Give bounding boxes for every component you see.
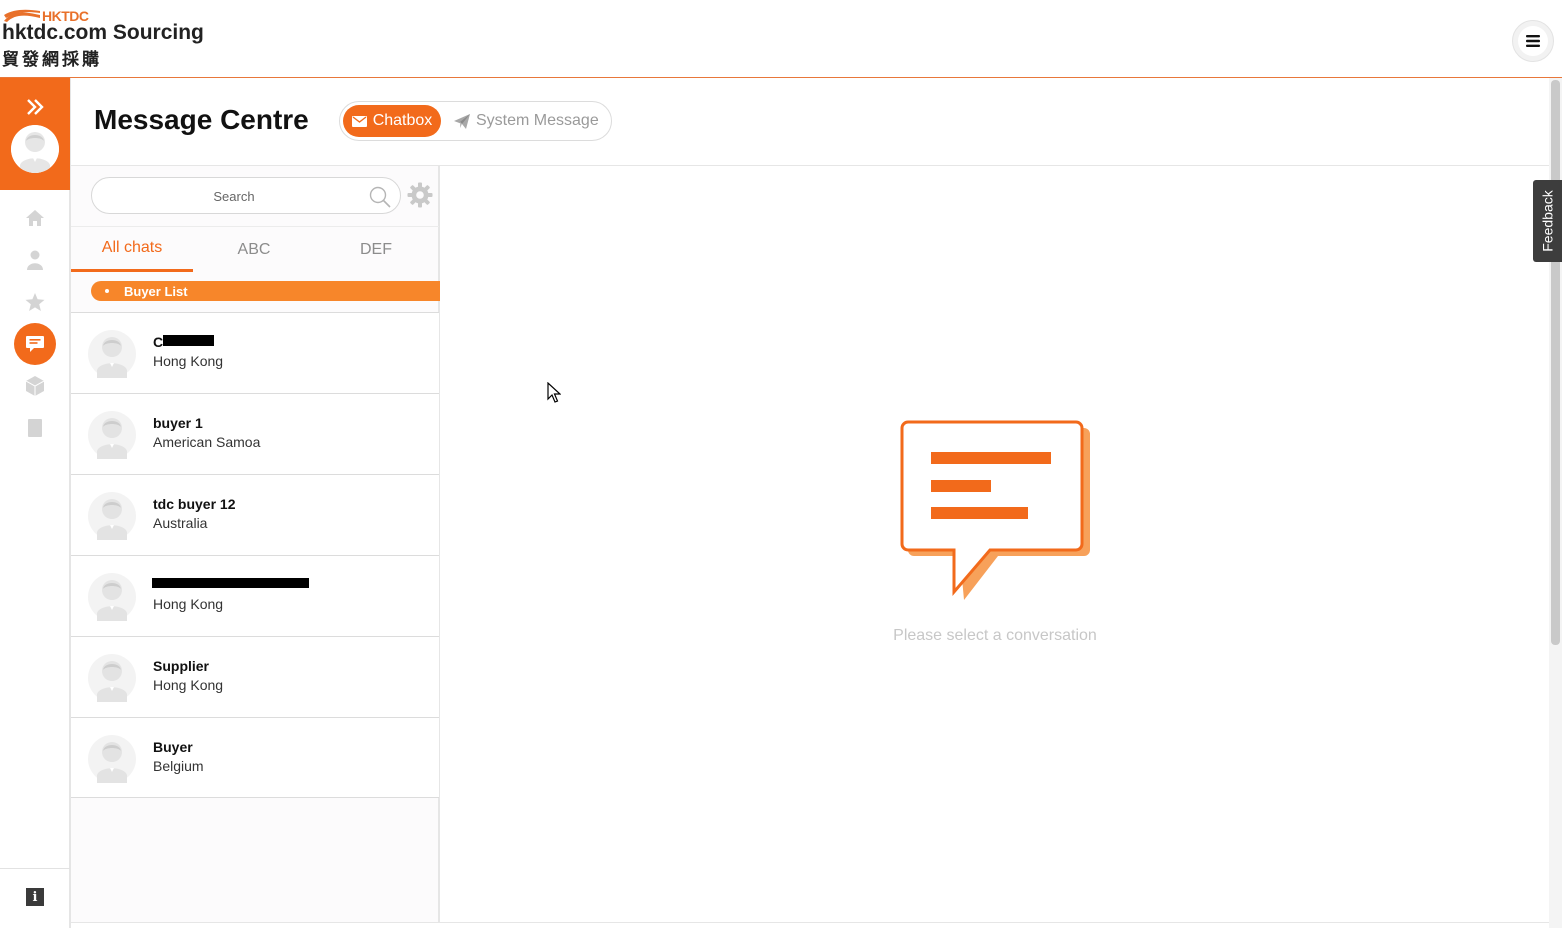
- avatar-icon: [11, 125, 59, 173]
- chat-icon: [26, 335, 44, 352]
- document-icon: [28, 419, 42, 437]
- group-label: Buyer List: [124, 283, 188, 299]
- list-item[interactable]: Supplier Hong Kong: [71, 636, 439, 717]
- brand-name-en: hktdc.com Sourcing: [2, 21, 204, 44]
- rail-home[interactable]: [23, 206, 47, 230]
- contact-country: Hong Kong: [153, 677, 224, 693]
- box-icon: [26, 376, 44, 396]
- system-message-tab-label: System Message: [476, 112, 599, 129]
- contact-country: Hong Kong: [153, 353, 224, 369]
- top-header: HKTDC hktdc.com Sourcing 貿發網採購: [0, 0, 1562, 78]
- rail-profile-area: [0, 78, 70, 190]
- avatar-icon: [88, 330, 136, 378]
- empty-chat-illustration-icon: [900, 420, 1090, 600]
- contact-country: Australia: [153, 515, 208, 531]
- gear-icon[interactable]: [407, 182, 433, 208]
- home-icon: [26, 210, 44, 226]
- bullet-icon: [105, 289, 109, 293]
- list-item[interactable]: buyer 1 American Samoa: [71, 393, 439, 474]
- contact-name: Buyer: [153, 739, 193, 755]
- list-item[interactable]: C Hong Kong: [71, 312, 439, 393]
- bottom-border: [71, 922, 1549, 923]
- rail-profile[interactable]: [23, 248, 47, 272]
- expand-sidebar-icon[interactable]: [24, 96, 46, 118]
- page-scrollbar-thumb[interactable]: [1551, 80, 1560, 645]
- redaction-mark: [163, 335, 214, 346]
- message-mode-toggle: Chatbox System Message: [339, 101, 612, 141]
- rail-messages[interactable]: [14, 323, 56, 365]
- user-avatar[interactable]: [11, 125, 59, 173]
- contact-country: Hong Kong: [153, 596, 224, 612]
- feedback-label: Feedback: [1539, 190, 1556, 252]
- avatar-icon: [88, 735, 136, 783]
- buyer-list-group-header[interactable]: Buyer List: [91, 281, 440, 301]
- mouse-cursor-icon: [547, 382, 561, 403]
- list-item[interactable]: Hong Kong: [71, 555, 439, 636]
- page-title: Message Centre: [94, 104, 309, 135]
- brand-name-zh: 貿發網採購: [2, 50, 102, 70]
- rail-documents[interactable]: [23, 416, 47, 440]
- search-icon[interactable]: [369, 186, 391, 208]
- info-icon[interactable]: i: [26, 888, 44, 906]
- contact-name: buyer 1: [153, 415, 203, 431]
- rail-favourites[interactable]: [23, 290, 47, 314]
- redaction-mark: [152, 578, 309, 588]
- tab-abc[interactable]: ABC: [193, 227, 315, 272]
- avatar-icon: [88, 492, 136, 540]
- hamburger-icon: [1526, 35, 1540, 47]
- feedback-button[interactable]: Feedback: [1533, 180, 1562, 262]
- star-icon: [25, 292, 45, 311]
- hktdc-logo[interactable]: HKTDC hktdc.com Sourcing 貿發網採購: [2, 6, 232, 70]
- search-input[interactable]: [104, 186, 364, 206]
- system-message-tab[interactable]: System Message: [454, 105, 599, 137]
- chatbox-tab-label: Chatbox: [372, 112, 433, 129]
- search-box: [91, 177, 401, 214]
- envelope-icon: [351, 115, 367, 127]
- list-item[interactable]: Buyer Belgium: [71, 717, 439, 798]
- chatbox-tab[interactable]: Chatbox: [343, 105, 441, 137]
- contact-country: Belgium: [153, 758, 204, 774]
- avatar-icon: [88, 573, 136, 621]
- empty-state-message: Please select a conversation: [893, 627, 1097, 644]
- conversation-list: C Hong Kong buyer 1 American Samoa tdc b…: [71, 312, 439, 798]
- avatar-icon: [88, 411, 136, 459]
- contact-name: Supplier: [153, 658, 210, 674]
- side-nav-rail: i: [0, 78, 71, 928]
- tab-all-chats[interactable]: All chats: [71, 227, 193, 272]
- avatar-icon: [88, 654, 136, 702]
- list-item[interactable]: tdc buyer 12 Australia: [71, 474, 439, 555]
- user-icon: [27, 250, 43, 270]
- contact-country: American Samoa: [153, 434, 261, 450]
- main-menu-button[interactable]: [1512, 20, 1554, 62]
- contact-name: C: [153, 334, 164, 350]
- rail-products[interactable]: [23, 374, 47, 398]
- tab-def[interactable]: DEF: [315, 227, 437, 272]
- contact-name: tdc buyer 12: [153, 496, 236, 512]
- chat-filter-tabs: All chats ABC DEF: [71, 226, 439, 272]
- paper-plane-icon: [454, 113, 470, 129]
- chat-list-panel: All chats ABC DEF Buyer List C Hong Kong: [71, 166, 440, 922]
- rail-divider: [0, 868, 70, 869]
